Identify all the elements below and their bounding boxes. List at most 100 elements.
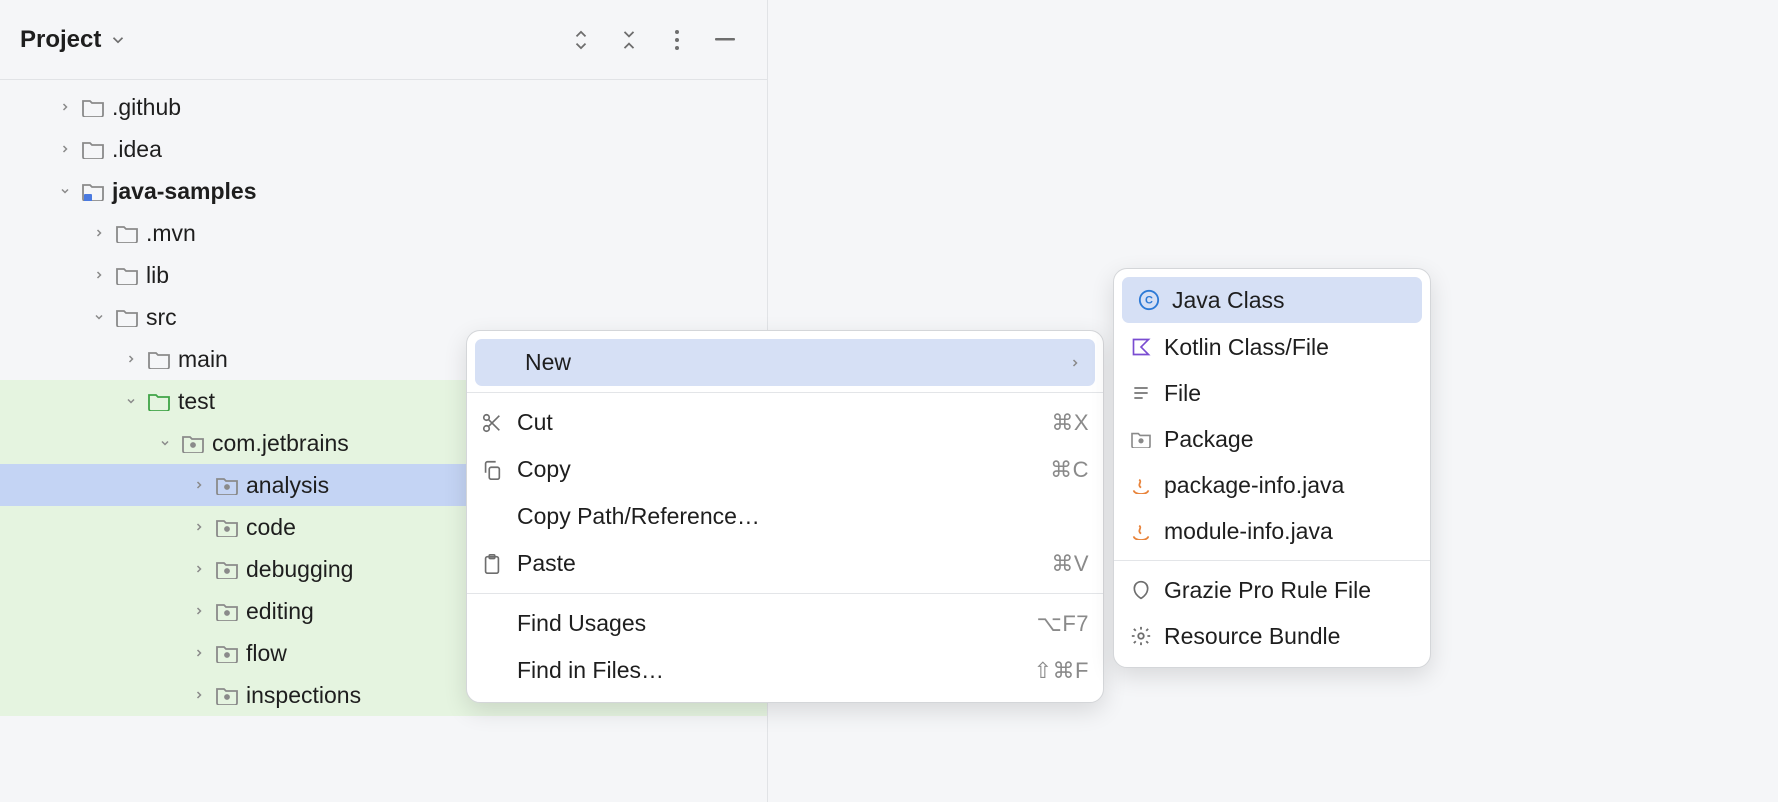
tree-label: debugging <box>246 556 353 583</box>
tree-item-lib[interactable]: lib <box>0 254 767 296</box>
tree-label: lib <box>146 262 169 289</box>
scissors-icon <box>481 412 517 434</box>
tree-item-mvn[interactable]: .mvn <box>0 212 767 254</box>
test-folder-icon <box>144 391 174 411</box>
more-icon[interactable] <box>665 28 689 52</box>
chevron-down-icon <box>109 31 127 49</box>
package-icon <box>212 643 242 663</box>
package-icon <box>1128 430 1154 448</box>
menu-label: Cut <box>517 409 1051 436</box>
tree-label: flow <box>246 640 287 667</box>
menu-divider <box>467 392 1103 393</box>
shortcut: ⌘V <box>1051 551 1089 577</box>
collapse-all-icon[interactable] <box>617 28 641 52</box>
menu-find-usages[interactable]: Find Usages ⌥F7 <box>467 600 1103 647</box>
submenu-label: Kotlin Class/File <box>1164 334 1329 361</box>
package-icon <box>212 475 242 495</box>
java-class-icon: C <box>1136 289 1162 311</box>
gear-icon <box>1128 625 1154 647</box>
package-icon <box>178 433 208 453</box>
folder-icon <box>112 223 142 243</box>
menu-cut[interactable]: Cut ⌘X <box>467 399 1103 446</box>
module-folder-icon <box>78 181 108 201</box>
tree-item-github[interactable]: .github <box>0 86 767 128</box>
menu-copy[interactable]: Copy ⌘C <box>467 446 1103 493</box>
tree-label: test <box>178 388 215 415</box>
submenu-grazie[interactable]: Grazie Pro Rule File <box>1114 567 1430 613</box>
context-menu: New Cut ⌘X Copy ⌘C Copy Path/Reference… … <box>466 330 1104 703</box>
submenu-module-info[interactable]: module-info.java <box>1114 508 1430 554</box>
package-icon <box>212 601 242 621</box>
java-file-icon <box>1128 522 1154 540</box>
chevron-right-icon <box>186 563 212 575</box>
panel-title: Project <box>20 26 101 54</box>
submenu-resource-bundle[interactable]: Resource Bundle <box>1114 613 1430 659</box>
submenu-label: Resource Bundle <box>1164 623 1340 650</box>
menu-copy-path[interactable]: Copy Path/Reference… <box>467 493 1103 540</box>
chevron-right-icon <box>118 353 144 365</box>
tree-label: src <box>146 304 177 331</box>
shortcut: ⌘X <box>1051 410 1089 436</box>
tree-label: java-samples <box>112 178 256 205</box>
package-icon <box>212 685 242 705</box>
folder-icon <box>112 265 142 285</box>
submenu-kotlin-class[interactable]: Kotlin Class/File <box>1114 324 1430 370</box>
panel-header: Project <box>0 0 767 80</box>
tree-label: .mvn <box>146 220 196 247</box>
submenu-package-info[interactable]: package-info.java <box>1114 462 1430 508</box>
panel-title-button[interactable]: Project <box>20 26 127 54</box>
tree-label: editing <box>246 598 314 625</box>
shortcut: ⌥F7 <box>1036 611 1089 637</box>
tree-item-java-samples[interactable]: java-samples <box>0 170 767 212</box>
chevron-right-icon <box>1069 357 1081 369</box>
new-submenu: C Java Class Kotlin Class/File File Pack… <box>1113 268 1431 668</box>
chevron-down-icon <box>152 437 178 449</box>
chevron-right-icon <box>186 689 212 701</box>
shortcut: ⇧⌘F <box>1034 658 1089 684</box>
minimize-icon[interactable] <box>713 28 737 52</box>
package-icon <box>212 517 242 537</box>
menu-divider <box>467 593 1103 594</box>
submenu-package[interactable]: Package <box>1114 416 1430 462</box>
chevron-down-icon <box>52 185 78 197</box>
folder-icon <box>78 97 108 117</box>
folder-icon <box>78 139 108 159</box>
tree-label: analysis <box>246 472 329 499</box>
package-icon <box>212 559 242 579</box>
clipboard-icon <box>481 553 517 575</box>
grazie-icon <box>1128 579 1154 601</box>
java-file-icon <box>1128 476 1154 494</box>
menu-find-in-files[interactable]: Find in Files… ⇧⌘F <box>467 647 1103 694</box>
folder-icon <box>112 307 142 327</box>
file-icon <box>1128 383 1154 403</box>
submenu-label: Grazie Pro Rule File <box>1164 577 1371 604</box>
menu-paste[interactable]: Paste ⌘V <box>467 540 1103 587</box>
menu-label: Paste <box>517 550 1051 577</box>
chevron-right-icon <box>52 143 78 155</box>
tree-item-idea[interactable]: .idea <box>0 128 767 170</box>
submenu-label: module-info.java <box>1164 518 1333 545</box>
svg-text:C: C <box>1145 295 1153 307</box>
tree-label: main <box>178 346 228 373</box>
submenu-java-class[interactable]: C Java Class <box>1122 277 1422 323</box>
menu-label: Copy <box>517 456 1050 483</box>
submenu-file[interactable]: File <box>1114 370 1430 416</box>
menu-label: Find Usages <box>517 610 1036 637</box>
tree-label: com.jetbrains <box>212 430 349 457</box>
chevron-right-icon <box>186 647 212 659</box>
chevron-down-icon <box>86 311 112 323</box>
expand-all-icon[interactable] <box>569 28 593 52</box>
tree-label: .idea <box>112 136 162 163</box>
submenu-label: Package <box>1164 426 1254 453</box>
folder-icon <box>144 349 174 369</box>
submenu-label: File <box>1164 380 1201 407</box>
menu-new[interactable]: New <box>475 339 1095 386</box>
submenu-label: Java Class <box>1172 287 1284 314</box>
chevron-right-icon <box>86 227 112 239</box>
tree-label: inspections <box>246 682 361 709</box>
chevron-down-icon <box>118 395 144 407</box>
menu-label: Find in Files… <box>517 657 1034 684</box>
copy-icon <box>481 459 517 481</box>
menu-label: New <box>525 349 1069 376</box>
chevron-right-icon <box>186 521 212 533</box>
